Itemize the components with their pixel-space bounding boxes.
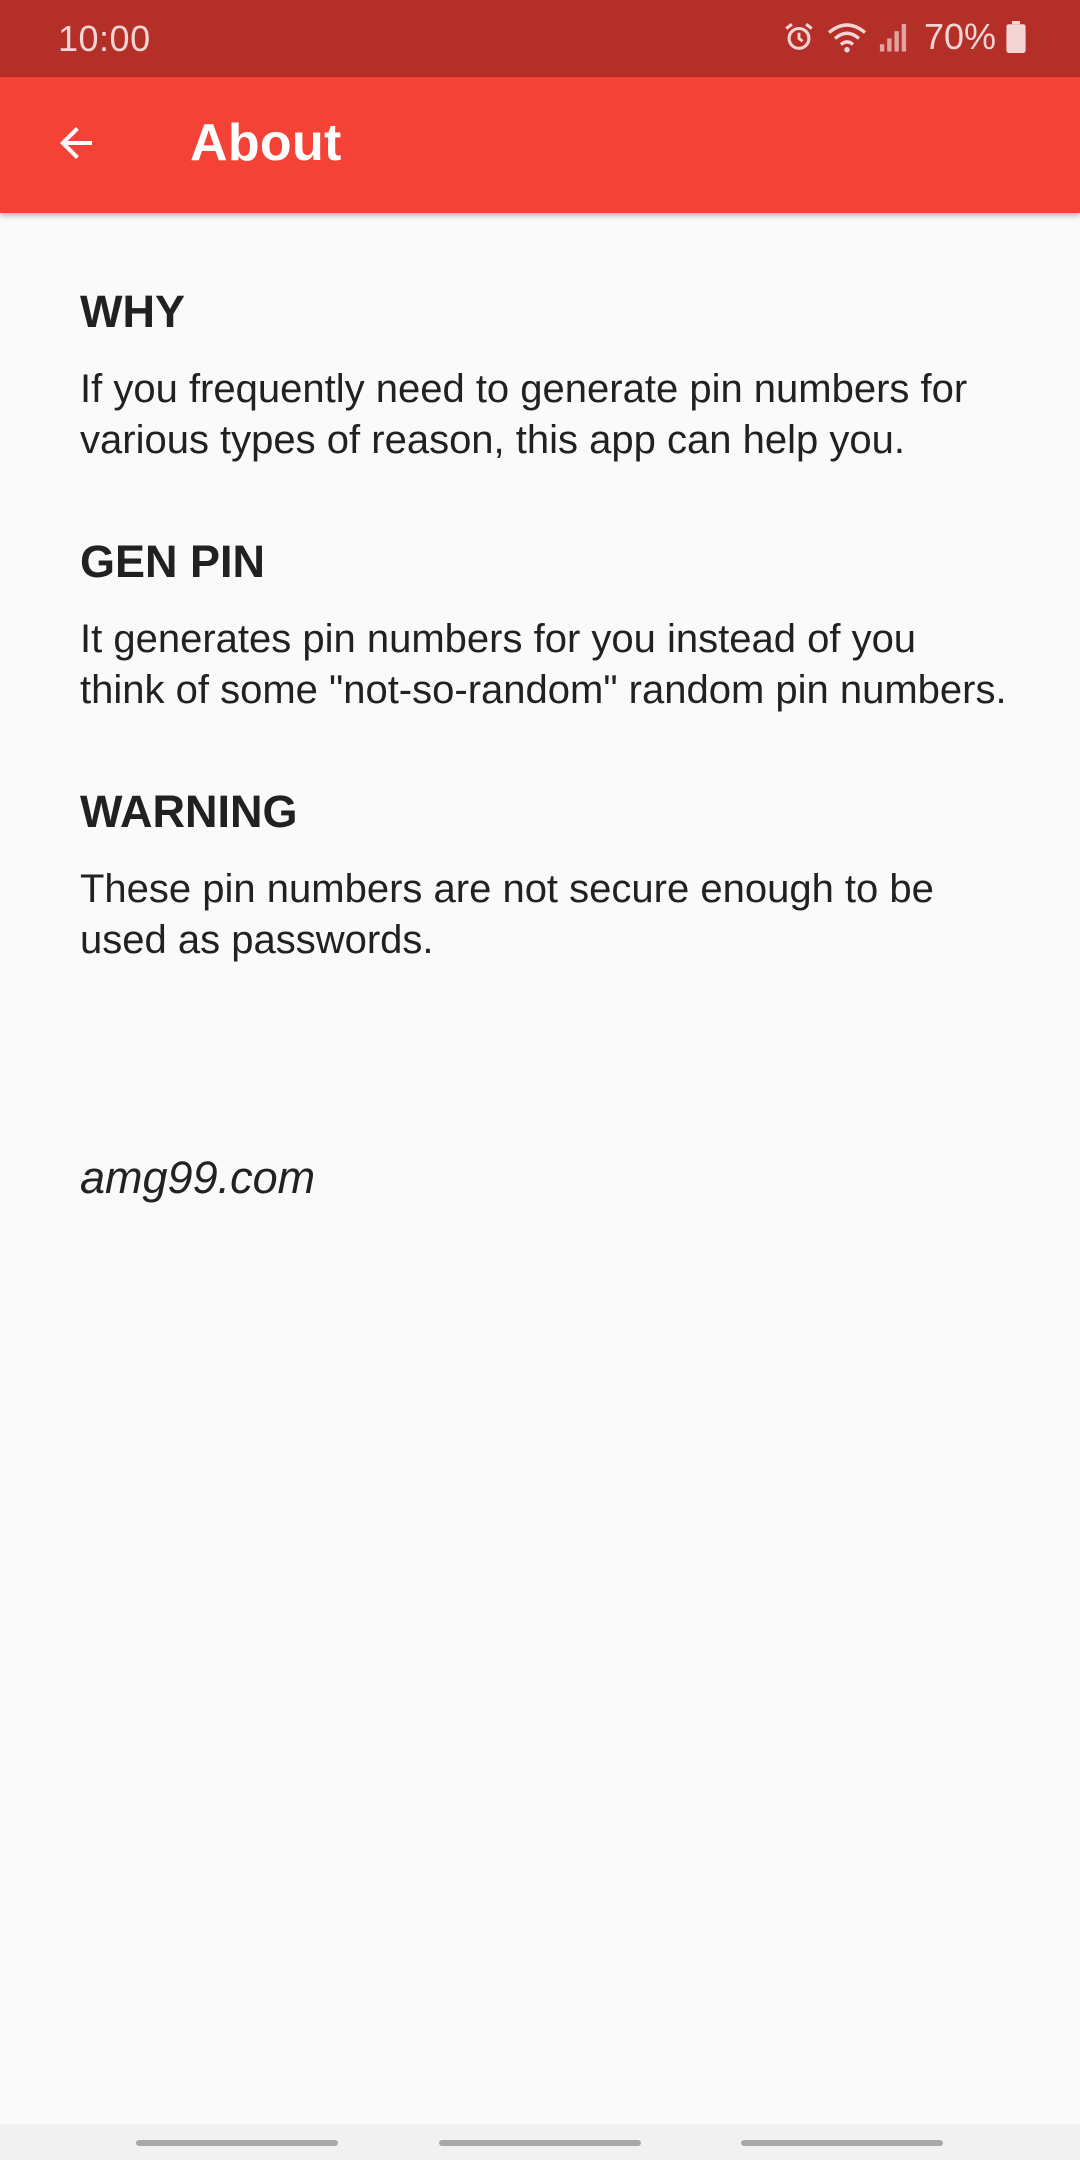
status-icons: 70% [782, 16, 1026, 58]
section-title: GEN PIN [80, 536, 266, 587]
nav-recents-button[interactable] [136, 2140, 338, 2146]
page-title: About [190, 114, 342, 172]
section-text: It generates pin numbers for you instead… [80, 617, 1007, 712]
section-title: WARNING [80, 786, 298, 837]
nav-home-button[interactable] [439, 2140, 641, 2146]
app-bar: About [0, 77, 1080, 213]
section-gen-pin: GEN PIN It generates pin numbers for you… [80, 532, 1010, 716]
alarm-icon [782, 20, 816, 54]
website-link[interactable]: amg99.com [80, 1148, 315, 1208]
section-text: These pin numbers are not secure enough … [80, 867, 934, 962]
signal-icon [878, 21, 908, 53]
battery-icon [1006, 21, 1026, 53]
battery-percent: 70% [923, 16, 996, 57]
section-title: WHY [80, 286, 185, 337]
navigation-bar [0, 2124, 1080, 2160]
about-content: WHY If you frequently need to generate p… [80, 282, 1010, 1208]
status-time: 10:00 [58, 18, 151, 59]
nav-back-button[interactable] [741, 2140, 943, 2146]
section-text: If you frequently need to generate pin n… [80, 367, 968, 462]
section-why: WHY If you frequently need to generate p… [80, 282, 1010, 466]
wifi-icon [826, 20, 868, 54]
status-bar: 10:00 70% [0, 0, 1080, 77]
back-button[interactable] [38, 107, 114, 183]
arrow-back-icon [52, 119, 100, 172]
section-warning: WARNING These pin numbers are not secure… [80, 782, 1010, 966]
